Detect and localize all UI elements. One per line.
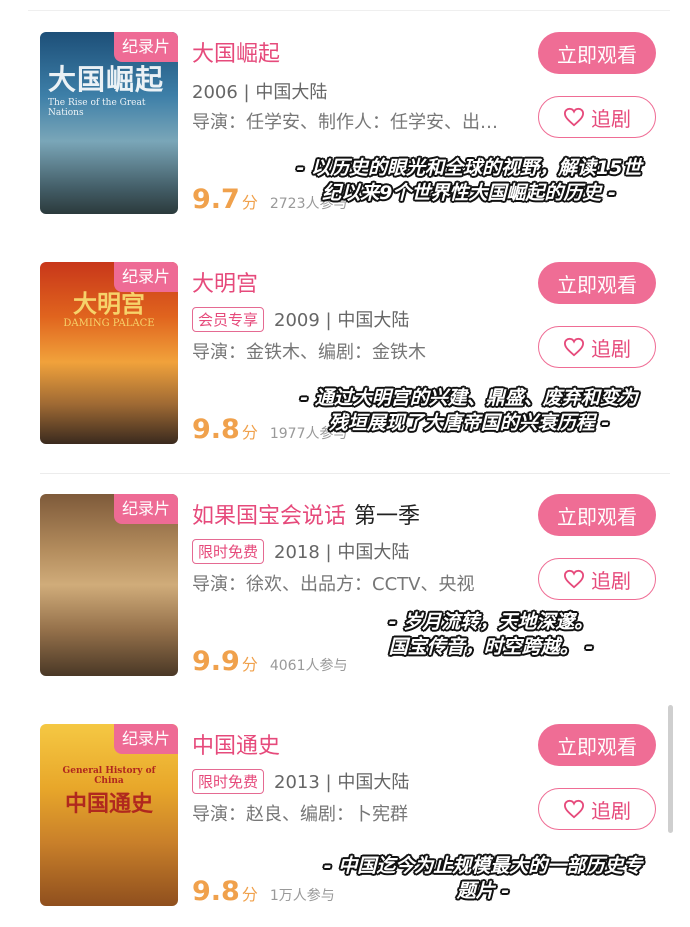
- score-value: 9.8: [192, 876, 240, 907]
- poster-caption: DAMING PALACE: [63, 318, 155, 329]
- category-badge: 纪录片: [113, 494, 178, 524]
- credits: 导演：徐欢、出品方：CCTV、央视: [192, 574, 475, 595]
- score-value: 9.9: [192, 646, 240, 677]
- item-title[interactable]: 大国崛起: [192, 36, 288, 68]
- category-badge: 纪录片: [113, 724, 178, 754]
- item-title[interactable]: 如果国宝会说话 第一季: [192, 498, 420, 530]
- follow-button[interactable]: 追剧: [538, 326, 656, 368]
- member-tag: 会员专享: [192, 306, 265, 332]
- poster-image[interactable]: General History of China 中国通史 纪录片: [40, 724, 178, 906]
- follow-button[interactable]: 追剧: [538, 788, 656, 830]
- caption-overlay: - 岁月流转，天地深邃。 国宝传音，时空跨越。 -: [388, 611, 594, 658]
- score-unit: 分: [241, 423, 258, 442]
- list-item[interactable]: 大国崛起 The Rise of the Great Nations 纪录片 大…: [0, 0, 690, 230]
- heart-icon: [563, 337, 585, 357]
- participant-count: 4061人参与: [269, 658, 348, 674]
- year-region: 会员专享 2009 | 中国大陆: [192, 306, 409, 332]
- credits: 导演：赵良、编剧：卜宪群: [192, 804, 408, 825]
- item-title[interactable]: 中国通史: [192, 728, 288, 760]
- category-badge: 纪录片: [113, 32, 178, 62]
- credits: 导演：金铁木、编剧：金铁木: [192, 342, 426, 363]
- watch-now-button[interactable]: 立即观看: [538, 262, 656, 304]
- score-value: 9.7: [192, 184, 240, 215]
- scrollbar[interactable]: [668, 705, 673, 833]
- score-unit: 分: [241, 655, 258, 674]
- heart-icon: [563, 799, 585, 819]
- year-region: 2006 | 中国大陆: [192, 82, 328, 103]
- heart-icon: [563, 569, 585, 589]
- poster-title: 中国通史: [64, 791, 153, 817]
- follow-button[interactable]: 追剧: [538, 96, 656, 138]
- watch-now-button[interactable]: 立即观看: [538, 32, 656, 74]
- list-item[interactable]: 大明宫 DAMING PALACE 纪录片 大明宫 会员专享 2009 | 中国…: [0, 230, 690, 460]
- score-unit: 分: [241, 193, 258, 212]
- score-unit: 分: [241, 885, 258, 904]
- watch-now-button[interactable]: 立即观看: [538, 724, 656, 766]
- poster-title: 大国崛起: [48, 63, 165, 96]
- poster-caption: General History of China: [62, 766, 156, 786]
- heart-icon: [563, 107, 585, 127]
- poster-image[interactable]: 纪录片: [40, 494, 178, 676]
- poster-caption: The Rise of the Great Nations: [48, 98, 146, 118]
- poster-image[interactable]: 大国崛起 The Rise of the Great Nations 纪录片: [40, 32, 178, 214]
- year-region: 限时免费 2013 | 中国大陆: [192, 768, 409, 794]
- item-title[interactable]: 大明宫: [192, 266, 266, 298]
- free-tag: 限时免费: [192, 538, 265, 564]
- poster-image[interactable]: 大明宫 DAMING PALACE 纪录片: [40, 262, 178, 444]
- watch-now-button[interactable]: 立即观看: [538, 494, 656, 536]
- follow-button[interactable]: 追剧: [538, 558, 656, 600]
- list-item[interactable]: 纪录片 如果国宝会说话 第一季 限时免费 2018 | 中国大陆 导演：徐欢、出品…: [0, 462, 690, 692]
- caption-overlay: - 通过大明宫的兴建、鼎盛、废弃和变为 残垣展现了大唐帝国的兴衰历程 -: [300, 387, 638, 434]
- category-badge: 纪录片: [113, 262, 178, 292]
- list-item[interactable]: General History of China 中国通史 纪录片 中国通史 限…: [0, 692, 690, 922]
- free-tag: 限时免费: [192, 768, 265, 794]
- score-value: 9.8: [192, 414, 240, 445]
- score-row: 9.9 分 4061人参与: [192, 646, 348, 677]
- caption-overlay: - 中国迄今为止规模最大的一部历史专 题片 -: [323, 855, 643, 902]
- caption-overlay: - 以历史的眼光和全球的视野，解读15世 纪以来9个世界性大国崛起的历史 -: [296, 157, 642, 204]
- year-region: 限时免费 2018 | 中国大陆: [192, 538, 409, 564]
- credits: 导演：任学安、制作人：任学安、出…: [192, 112, 498, 133]
